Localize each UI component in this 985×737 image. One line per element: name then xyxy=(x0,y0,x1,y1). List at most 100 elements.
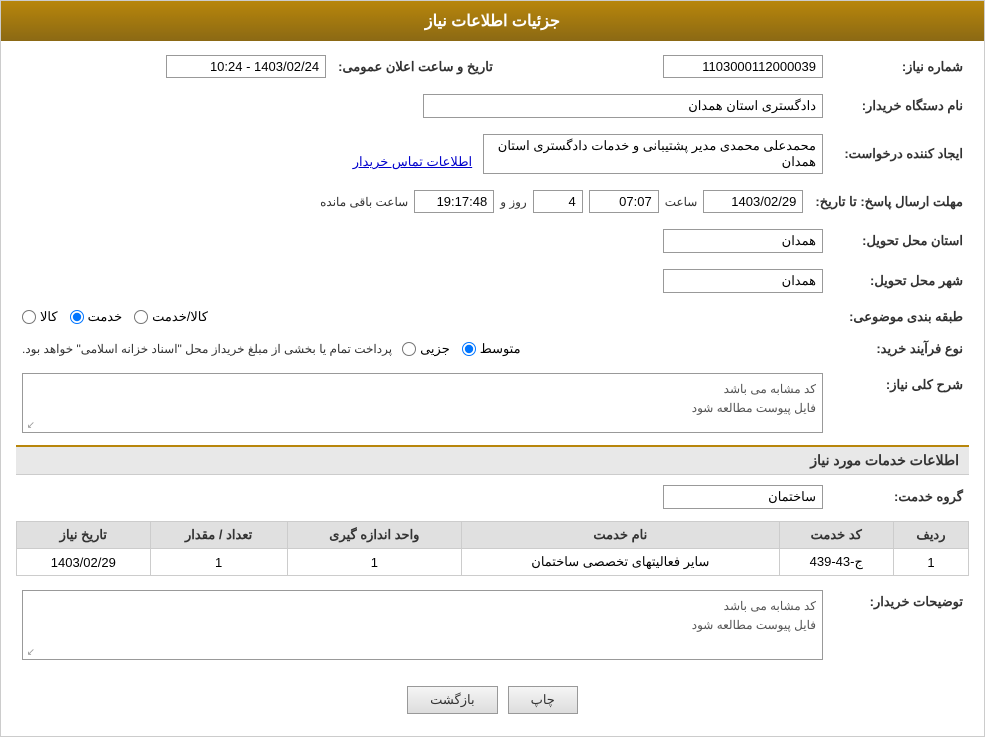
info-table-2: نام دستگاه خریدار: دادگستری استان همدان xyxy=(16,90,969,122)
tabaqe-kala-khedmat-radio[interactable] xyxy=(134,310,148,324)
chap-button[interactable]: چاپ xyxy=(508,686,578,714)
mohlat-time-label: ساعت xyxy=(665,195,698,209)
sharh-line1: کد مشابه می باشد xyxy=(29,380,816,399)
info-table-8: نوع فرآیند خرید: پرداخت تمام یا بخشی از … xyxy=(16,337,969,361)
cell-vahed: 1 xyxy=(287,549,461,576)
tabaqe-khedmat-radio[interactable] xyxy=(70,310,84,324)
cell-radif: 1 xyxy=(893,549,968,576)
nam-dastgah-label: نام دستگاه خریدار: xyxy=(829,90,969,122)
tabaqe-label: طبقه بندی موضوعی: xyxy=(829,305,969,329)
col-tarikh: تاریخ نیاز xyxy=(17,522,151,549)
col-kod: کد خدمت xyxy=(779,522,893,549)
shahr-cell: همدان xyxy=(16,265,829,297)
shahr-label: شهر محل تحویل: xyxy=(829,265,969,297)
ijad-konande-value: محمدعلی محمدی مدیر پشتیبانی و خدمات دادگ… xyxy=(483,134,823,174)
group-service-value: ساختمان xyxy=(663,485,823,509)
tozihat-resize-corner: ↙ xyxy=(25,647,35,657)
col-radif: ردیف xyxy=(893,522,968,549)
info-table-tozihat: توضیحات خریدار: کد مشابه می باشد فایل پی… xyxy=(16,586,969,664)
tabaqe-kala-item: کالا xyxy=(22,309,58,325)
bottom-buttons: چاپ بازگشت xyxy=(16,674,969,726)
info-table-6: شهر محل تحویل: همدان xyxy=(16,265,969,297)
process-jozii-item: جزیی xyxy=(402,341,450,357)
tabaqe-cell: کالا خدمت کالا/خدمت xyxy=(16,305,829,329)
shomara-niaz-label: شماره نیاز: xyxy=(829,51,969,82)
cell-kod: ج-43-439 xyxy=(779,549,893,576)
mohlat-roz-label: روز و xyxy=(500,195,527,209)
process-radio-group: جزیی متوسط xyxy=(402,341,521,357)
col-vahed: واحد اندازه گیری xyxy=(287,522,461,549)
process-label: نوع فرآیند خرید: xyxy=(829,337,969,361)
page-header: جزئیات اطلاعات نیاز xyxy=(1,1,984,41)
ostan-cell: همدان xyxy=(16,225,829,257)
cell-tedad: 1 xyxy=(150,549,287,576)
tabaqe-kala-khedmat-label: کالا/خدمت xyxy=(152,309,208,325)
info-table-3: ایجاد کننده درخواست: محمدعلی محمدی مدیر … xyxy=(16,130,969,178)
tabaqe-kala-radio[interactable] xyxy=(22,310,36,324)
tozihat-cell: کد مشابه می باشد فایل پیوست مطالعه شود ↙ xyxy=(16,586,829,664)
process-motavasset-item: متوسط xyxy=(462,341,521,357)
tabaqe-kala-khedmat-item: کالا/خدمت xyxy=(134,309,208,325)
sharh-cell: کد مشابه می باشد فایل پیوست مطالعه شود ↙ xyxy=(16,369,829,437)
tarikh-elan-value: 1403/02/24 - 10:24 xyxy=(166,55,326,78)
tarikh-elan-label: تاریخ و ساعت اعلان عمومی: xyxy=(332,51,513,82)
mohlat-remaining: 19:17:48 xyxy=(414,190,494,213)
mohlat-saat-label: ساعت باقی مانده xyxy=(320,195,408,209)
resize-corner: ↙ xyxy=(25,420,35,430)
tozihat-line2: فایل پیوست مطالعه شود xyxy=(29,616,816,635)
ostan-label: استان محل تحویل: xyxy=(829,225,969,257)
ijad-konande-cell: محمدعلی محمدی مدیر پشتیبانی و خدمات دادگ… xyxy=(16,130,829,178)
info-table-1: شماره نیاز: 1103000112000039 تاریخ و ساع… xyxy=(16,51,969,82)
shomara-niaz-cell: 1103000112000039 xyxy=(513,51,829,82)
tozihat-line1: کد مشابه می باشد xyxy=(29,597,816,616)
tabaqe-kala-label: کالا xyxy=(40,309,58,325)
sharh-line2: فایل پیوست مطالعه شود xyxy=(29,399,816,418)
mohlat-roz: 4 xyxy=(533,190,583,213)
mohlat-label: مهلت ارسال پاسخ: تا تاریخ: xyxy=(809,186,969,217)
cell-naam: سایر فعالیتهای تخصصی ساختمان xyxy=(462,549,780,576)
shomara-niaz-value: 1103000112000039 xyxy=(663,55,823,78)
group-service-label: گروه خدمت: xyxy=(829,481,969,513)
tabaqe-radio-group: کالا خدمت کالا/خدمت xyxy=(22,309,823,325)
ostan-value: همدان xyxy=(663,229,823,253)
tarikh-elan-cell: 1403/02/24 - 10:24 xyxy=(16,51,332,82)
col-naam: نام خدمت xyxy=(462,522,780,549)
info-table-4: مهلت ارسال پاسخ: تا تاریخ: 1403/02/29 سا… xyxy=(16,186,969,217)
shahr-value: همدان xyxy=(663,269,823,293)
cell-tarikh: 1403/02/29 xyxy=(17,549,151,576)
nam-dastgah-cell: دادگستری استان همدان xyxy=(16,90,829,122)
process-desc: پرداخت تمام یا بخشی از مبلغ خریداز محل "… xyxy=(22,342,392,356)
info-table-5: استان محل تحویل: همدان xyxy=(16,225,969,257)
bazgasht-button[interactable]: بازگشت xyxy=(407,686,497,714)
contact-link[interactable]: اطلاعات تماس خریدار xyxy=(353,154,472,169)
content-area: شماره نیاز: 1103000112000039 تاریخ و ساع… xyxy=(1,41,984,736)
mohlat-row: 1403/02/29 ساعت 07:07 4 روز و 19:17:48 س… xyxy=(22,190,803,213)
sharh-wrapper: کد مشابه می باشد فایل پیوست مطالعه شود ↙ xyxy=(22,373,823,433)
services-section-title: اطلاعات خدمات مورد نیاز xyxy=(16,445,969,475)
mohlat-time: 07:07 xyxy=(589,190,659,213)
process-row: پرداخت تمام یا بخشی از مبلغ خریداز محل "… xyxy=(22,341,823,357)
col-tedad: تعداد / مقدار xyxy=(150,522,287,549)
process-jozii-label: جزیی xyxy=(420,341,450,357)
process-motavasset-radio[interactable] xyxy=(462,342,476,356)
group-service-cell: ساختمان xyxy=(16,481,829,513)
sharh-box: کد مشابه می باشد فایل پیوست مطالعه شود ↙ xyxy=(22,373,823,433)
tozihat-box: کد مشابه می باشد فایل پیوست مطالعه شود ↙ xyxy=(22,590,823,660)
ijad-konande-label: ایجاد کننده درخواست: xyxy=(829,130,969,178)
page-title: جزئیات اطلاعات نیاز xyxy=(425,13,560,30)
page-wrapper: جزئیات اطلاعات نیاز شماره نیاز: 11030001… xyxy=(0,0,985,737)
process-jozii-radio[interactable] xyxy=(402,342,416,356)
process-motavasset-label: متوسط xyxy=(480,341,521,357)
tabaqe-khedmat-label: خدمت xyxy=(88,309,123,325)
info-table-7: طبقه بندی موضوعی: کالا خدمت کالا/خدمت xyxy=(16,305,969,329)
mohlat-date: 1403/02/29 xyxy=(703,190,803,213)
info-table-sharh: شرح کلی نیاز: کد مشابه می باشد فایل پیوس… xyxy=(16,369,969,437)
services-table: ردیف کد خدمت نام خدمت واحد اندازه گیری ت… xyxy=(16,521,969,576)
nam-dastgah-value: دادگستری استان همدان xyxy=(423,94,823,118)
mohlat-cell: 1403/02/29 ساعت 07:07 4 روز و 19:17:48 س… xyxy=(16,186,809,217)
sharh-label: شرح کلی نیاز: xyxy=(829,369,969,437)
process-cell: پرداخت تمام یا بخشی از مبلغ خریداز محل "… xyxy=(16,337,829,361)
info-table-group: گروه خدمت: ساختمان xyxy=(16,481,969,513)
tozihat-label: توضیحات خریدار: xyxy=(829,586,969,664)
tabaqe-khedmat-item: خدمت xyxy=(70,309,123,325)
